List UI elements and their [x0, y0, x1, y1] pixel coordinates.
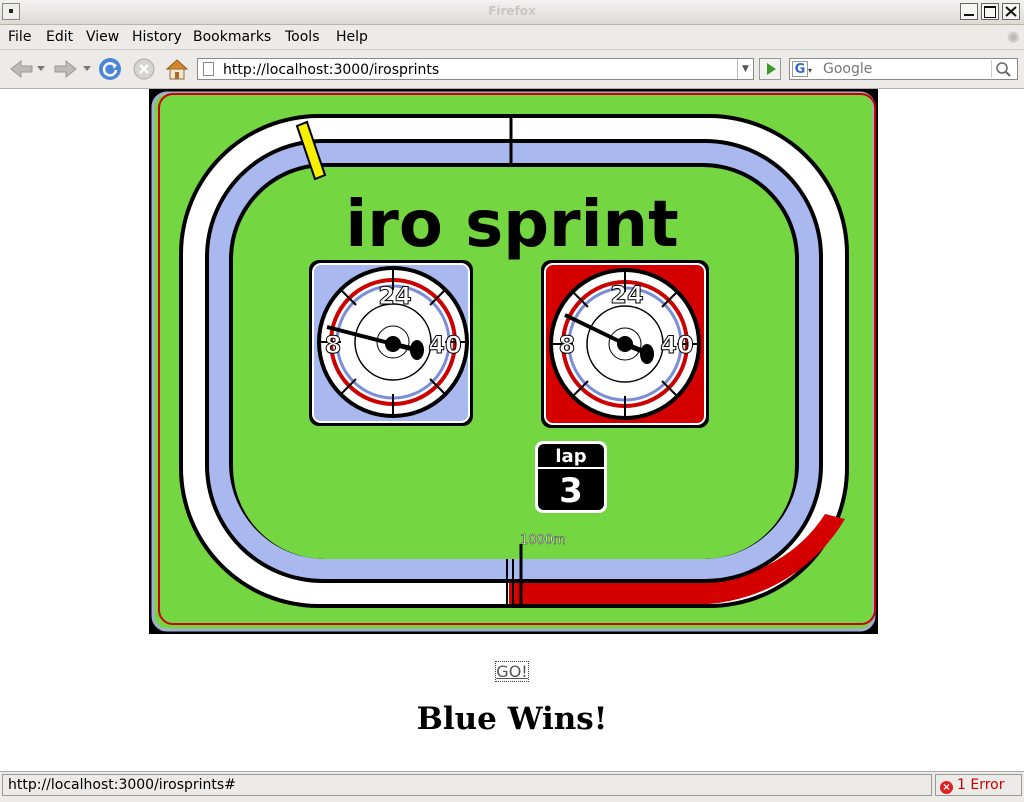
home-icon: [165, 59, 189, 80]
lap-counter: lap 3: [535, 441, 607, 513]
red-tick-24: 24: [610, 281, 643, 309]
status-bar: http://localhost:3000/irosprints# × 1 Err…: [0, 771, 1024, 802]
forward-history-dropdown[interactable]: [82, 56, 92, 82]
window-title: Firefox: [488, 4, 536, 18]
home-button[interactable]: [163, 56, 191, 82]
blue-tick-40: 40: [428, 331, 461, 359]
search-input[interactable]: [823, 60, 983, 78]
error-icon: ×: [940, 781, 953, 794]
search-engine-icon[interactable]: G ▾: [792, 61, 820, 77]
game-title: iro sprint: [345, 188, 678, 262]
magnifier-icon: [996, 62, 1011, 77]
menu-bookmarks[interactable]: Bookmarks: [193, 29, 271, 45]
blue-tick-24: 24: [378, 282, 411, 310]
stop-button[interactable]: [130, 56, 158, 82]
blue-needle-weight: [410, 340, 424, 360]
page-content: iro sprint 24 8 40 24 8 40 lap 3 1000m G…: [0, 89, 1024, 771]
go-button[interactable]: GO!: [495, 661, 529, 682]
search-bar: G ▾: [789, 58, 1018, 80]
back-history-dropdown[interactable]: [36, 56, 46, 82]
minimize-button[interactable]: [960, 3, 978, 20]
address-dropdown-icon[interactable]: ▼: [737, 59, 753, 79]
address-text: http://localhost:3000/irosprints: [223, 62, 440, 78]
red-speed-gauge: 24 8 40: [541, 260, 709, 428]
race-track: iro sprint 24 8 40 24 8 40 lap 3 1000m: [151, 91, 876, 632]
menu-edit[interactable]: Edit: [46, 29, 73, 45]
game-canvas: iro sprint 24 8 40 24 8 40 lap 3 1000m: [149, 89, 878, 634]
blue-speed-gauge: 24 8 40: [309, 260, 473, 426]
red-tick-8: 8: [559, 331, 576, 359]
blue-tick-8: 8: [325, 331, 342, 359]
maximize-button[interactable]: [981, 3, 999, 20]
window-title-bar: Firefox: [0, 0, 1024, 25]
menu-tools[interactable]: Tools: [285, 29, 320, 45]
red-needle-hub: [617, 336, 633, 352]
menu-history[interactable]: History: [132, 29, 182, 45]
status-text: http://localhost:3000/irosprints#: [2, 774, 932, 796]
close-button[interactable]: [1002, 3, 1020, 20]
race-result-heading: Blue Wins!: [416, 701, 608, 737]
lap-value: 3: [559, 471, 583, 511]
close-icon: [1005, 6, 1017, 17]
search-magnifier-button[interactable]: [991, 60, 1016, 78]
menu-help[interactable]: Help: [336, 29, 368, 45]
reload-button[interactable]: [96, 56, 124, 82]
reload-icon: [99, 58, 121, 80]
error-count-label: 1 Error: [957, 777, 1005, 793]
chevron-down-icon: [83, 66, 91, 71]
error-console-indicator[interactable]: × 1 Error: [935, 774, 1022, 796]
menu-file[interactable]: File: [8, 29, 31, 45]
back-button[interactable]: [5, 56, 37, 82]
stop-icon: [133, 58, 155, 80]
throbber-icon: ✺: [1006, 28, 1020, 47]
forward-arrow-icon: [54, 59, 77, 79]
page-icon: [203, 62, 214, 76]
lap-label: lap: [555, 446, 586, 467]
address-bar[interactable]: http://localhost:3000/irosprints ▼: [197, 58, 754, 80]
go-arrow-button[interactable]: [759, 58, 781, 80]
red-needle-weight: [640, 344, 654, 364]
red-tick-40: 40: [660, 331, 693, 359]
chevron-down-icon: [37, 66, 45, 71]
menu-bar: File Edit View History Bookmarks Tools H…: [0, 25, 1024, 50]
menu-view[interactable]: View: [86, 29, 119, 45]
blue-needle-hub: [385, 336, 401, 352]
forward-button[interactable]: [50, 56, 82, 82]
go-link-wrapper: GO!: [0, 661, 1024, 682]
back-arrow-icon: [10, 59, 33, 79]
distance-label: 1000m: [520, 533, 566, 548]
